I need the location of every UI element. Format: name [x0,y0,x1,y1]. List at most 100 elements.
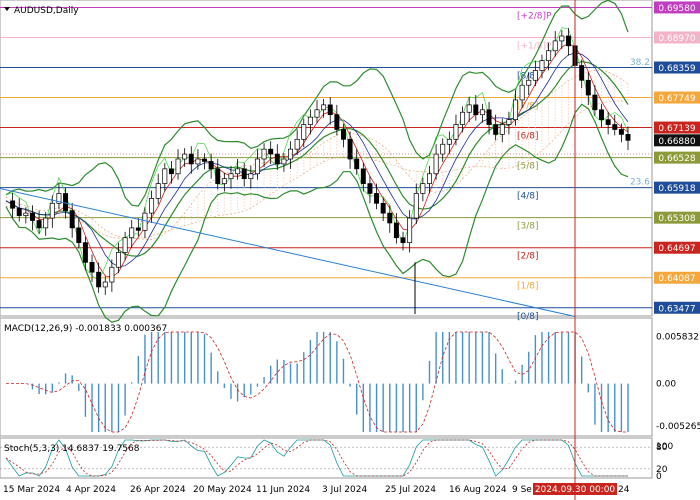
candle-body [605,119,611,125]
candle-body [142,212,148,231]
murrey-label-9: [1/8] [517,282,539,292]
candle-body [182,153,188,160]
candle-body [334,114,340,130]
candle-body [208,161,214,170]
candle-body [129,227,135,239]
candle-body [546,50,552,61]
candle-body [599,109,605,120]
candle-body [420,183,426,194]
candle-body [400,237,406,244]
candle-body [374,193,380,204]
candle-body [519,84,525,101]
candle-body [460,111,466,125]
price-axis: 0.69580 0.68970 0.68359 0.67749 0.67139 0.668… [654,1,700,314]
candle-body [585,79,591,96]
fib-label-0: 38.2 [630,58,650,68]
candle-body [314,109,320,118]
candle-body [96,271,102,288]
price-tag-label-4: 0.67139 [658,124,695,134]
time-tick-7: 16 Aug 2024 [449,485,507,495]
candle-body [29,212,35,221]
fib-label-1: 23.6 [630,178,650,188]
candle-body [168,168,174,175]
candle-body [347,138,353,160]
candle-body [506,119,512,125]
candle-body [109,266,115,283]
candle-body [367,183,373,194]
stoch-axis-label-3: 0 [656,472,662,482]
candle-body [215,168,221,184]
candle-body [122,237,128,253]
candle-body [579,65,585,81]
macd-label: MACD(12,26,9) -0.001833 0.000367 [4,324,167,334]
candle-body [235,168,241,175]
candle-body [76,227,82,244]
candle-body [43,217,49,229]
candle-body [23,212,29,216]
candle-body [274,153,280,165]
time-tick-8: 9 Se [512,485,532,495]
candle-body [248,173,254,180]
candle-body [155,183,161,199]
macd-panel[interactable] [0,317,653,437]
murrey-label-1: [+1/8]P [517,41,552,51]
candle-body [16,207,22,216]
candle-body [82,242,88,263]
candle-body [63,193,69,212]
candle-body [433,153,439,175]
candle-body [559,35,565,42]
price-tag-label-7: 0.65918 [658,184,695,194]
candle-body [116,252,121,268]
candle-body [321,104,327,111]
price-tag-label-1: 0.68970 [658,34,695,44]
symbol-label: AUDUSD,Daily [14,6,79,16]
candle-body [479,109,485,116]
candle-body [294,138,300,150]
candle-body [89,261,95,273]
murrey-label-5: [5/8] [517,162,539,172]
macd-axis-label-1: 0.00 [656,380,676,390]
time-tick-tail: 24 [618,485,630,495]
price-tag-label-2: 0.68359 [658,64,695,74]
trading-chart[interactable]: [+2/8]P[+1/8]P[8/8][7/8][6/8][5/8][4/8][… [0,0,700,500]
price-tag-label-9: 0.64697 [658,244,695,254]
candle-body [413,193,419,219]
candle-body [387,212,393,224]
candle-body [307,116,313,125]
candle-body [552,40,558,52]
candle-body [254,158,260,175]
candle-body [612,124,618,130]
time-tick-1: 4 Apr 2024 [66,485,116,495]
candle-body [407,217,413,244]
candle-body [241,168,247,180]
murrey-label-7: [3/8] [517,222,539,232]
price-tag-label-3: 0.67749 [658,94,695,104]
candle-body [427,173,432,184]
candle-body [188,153,194,165]
time-tick-5: 3 Jul 2024 [322,485,367,495]
time-tick-4: 11 Jun 2024 [256,485,310,495]
candle-body [526,79,532,86]
candle-body [592,94,598,111]
candle-body [513,99,518,120]
candle-body [221,178,227,184]
murrey-label-10: [0/8] [517,312,539,322]
candle-body [360,168,366,184]
candle-body [539,60,545,71]
candle-body [268,148,274,155]
price-tag-label-11: 0.63477 [658,304,695,314]
candle-body [380,202,386,214]
candle-body [36,220,42,229]
candle-body [453,124,459,140]
candle-body [532,70,538,81]
candle-body [354,158,360,170]
time-tick-2: 26 Apr 2024 [130,485,186,495]
candle-body [473,104,479,116]
stoch-label: Stoch(5,3,3) 14.6837 19.7568 [4,444,140,454]
candle-body [135,227,141,231]
cursor-time-label: 2024.09.30 00:00 [535,485,616,495]
candle-body [618,129,624,135]
candle-body [202,158,207,162]
macd-axis-label-2: -0.005265 [656,422,700,432]
candle-body [102,281,108,288]
